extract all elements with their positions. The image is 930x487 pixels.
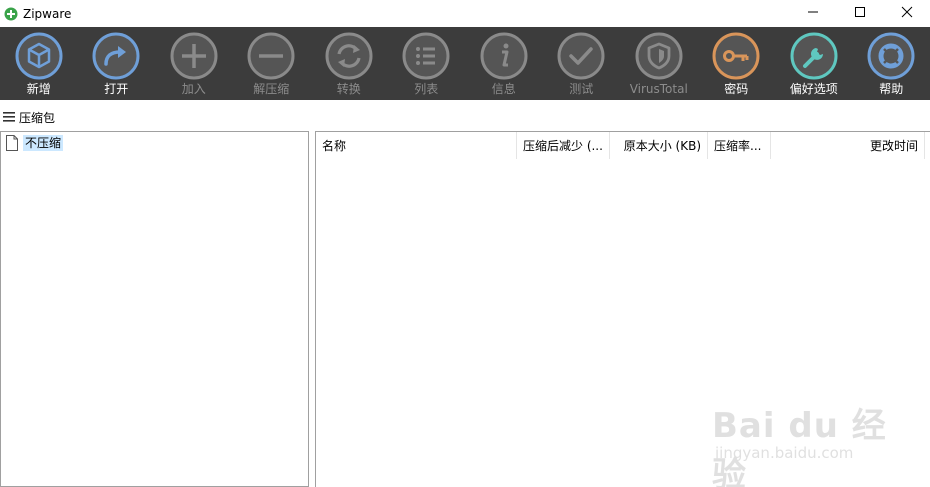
toolbar-password-label: 密码 [724, 82, 749, 96]
watermark-url: jingyan.baidu.com [715, 444, 854, 462]
archive-menu-label: 压缩包 [19, 110, 56, 125]
toolbar-virustotal-button[interactable]: VirusTotal [620, 27, 698, 100]
check-icon [557, 32, 605, 80]
toolbar-convert-button[interactable]: 转换 [310, 27, 388, 100]
file-list-header: 名称 压缩后减少 (... 原本大小 (KB) 压缩率... 更改时间 [316, 132, 930, 159]
column-header-modified[interactable]: 更改时间 [771, 132, 925, 159]
toolbar-list-button[interactable]: 列表 [388, 27, 466, 100]
minus-icon [247, 32, 295, 80]
toolbar-open-button[interactable]: 打开 [78, 27, 156, 100]
column-header-original-size[interactable]: 原本大小 (KB) [610, 132, 708, 159]
toolbar-open-label: 打开 [104, 82, 129, 96]
title-bar[interactable]: Zipware [0, 0, 930, 27]
wrench-icon [790, 32, 838, 80]
shield-icon [635, 32, 683, 80]
archive-menu[interactable]: 压缩包 [0, 106, 55, 128]
maximize-button[interactable] [836, 0, 883, 24]
toolbar-new-label: 新增 [26, 82, 51, 96]
tree-item-uncompressed[interactable]: 不压缩 [5, 134, 64, 152]
toolbar-extract-button[interactable]: 解压缩 [233, 27, 311, 100]
toolbar-virustotal-label: VirusTotal [629, 82, 688, 96]
main-toolbar: 新增 打开 加入 解压缩 转换 列表 信息 测试 VirusTotal 密码 偏… [0, 27, 930, 100]
maximize-icon [854, 7, 865, 17]
refresh-icon [325, 32, 373, 80]
toolbar-new-button[interactable]: 新增 [0, 27, 78, 100]
plus-icon [170, 32, 218, 80]
minimize-button[interactable] [789, 0, 836, 24]
key-icon [712, 32, 760, 80]
watermark-brand: Bai du 经验 [712, 406, 887, 487]
toolbar-test-label: 测试 [569, 82, 594, 96]
toolbar-add-button[interactable]: 加入 [155, 27, 233, 100]
toolbar-help-label: 帮助 [879, 82, 904, 96]
toolbar-add-label: 加入 [181, 82, 206, 96]
toolbar-password-button[interactable]: 密码 [698, 27, 776, 100]
window-controls [789, 0, 930, 27]
toolbar-help-button[interactable]: 帮助 [853, 27, 930, 100]
toolbar-test-button[interactable]: 测试 [543, 27, 621, 100]
toolbar-info-label: 信息 [491, 82, 516, 96]
toolbar-preferences-label: 偏好选项 [789, 82, 838, 96]
list-icon [402, 32, 450, 80]
column-header-ratio[interactable]: 压缩率... [708, 132, 771, 159]
cube-icon [15, 32, 63, 80]
toolbar-info-button[interactable]: 信息 [465, 27, 543, 100]
close-button[interactable] [883, 0, 930, 24]
info-icon [480, 32, 528, 80]
minimize-icon [807, 11, 818, 13]
folder-tree-panel: 不压缩 [0, 131, 309, 487]
zipware-logo-icon [4, 7, 18, 20]
app-window: Zipware 新增 打开 加入 解压缩 转换 列表 信息 测试 VirusTo… [0, 0, 930, 487]
document-icon [6, 135, 18, 151]
share-arrow-icon [92, 32, 140, 80]
watermark: Bai du 经验 jingyan.baidu.com [712, 388, 887, 487]
toolbar-list-label: 列表 [414, 82, 439, 96]
lifebuoy-icon [867, 32, 915, 80]
window-title: Zipware [23, 6, 72, 21]
column-header-size-reduction[interactable]: 压缩后减少 (... [517, 132, 610, 159]
toolbar-extract-label: 解压缩 [253, 82, 290, 96]
toolbar-preferences-button[interactable]: 偏好选项 [775, 27, 853, 100]
column-header-name[interactable]: 名称 [316, 132, 517, 159]
close-icon [901, 6, 912, 18]
toolbar-convert-label: 转换 [336, 82, 361, 96]
hamburger-menu-icon [3, 112, 15, 122]
tree-item-label: 不压缩 [23, 135, 64, 151]
